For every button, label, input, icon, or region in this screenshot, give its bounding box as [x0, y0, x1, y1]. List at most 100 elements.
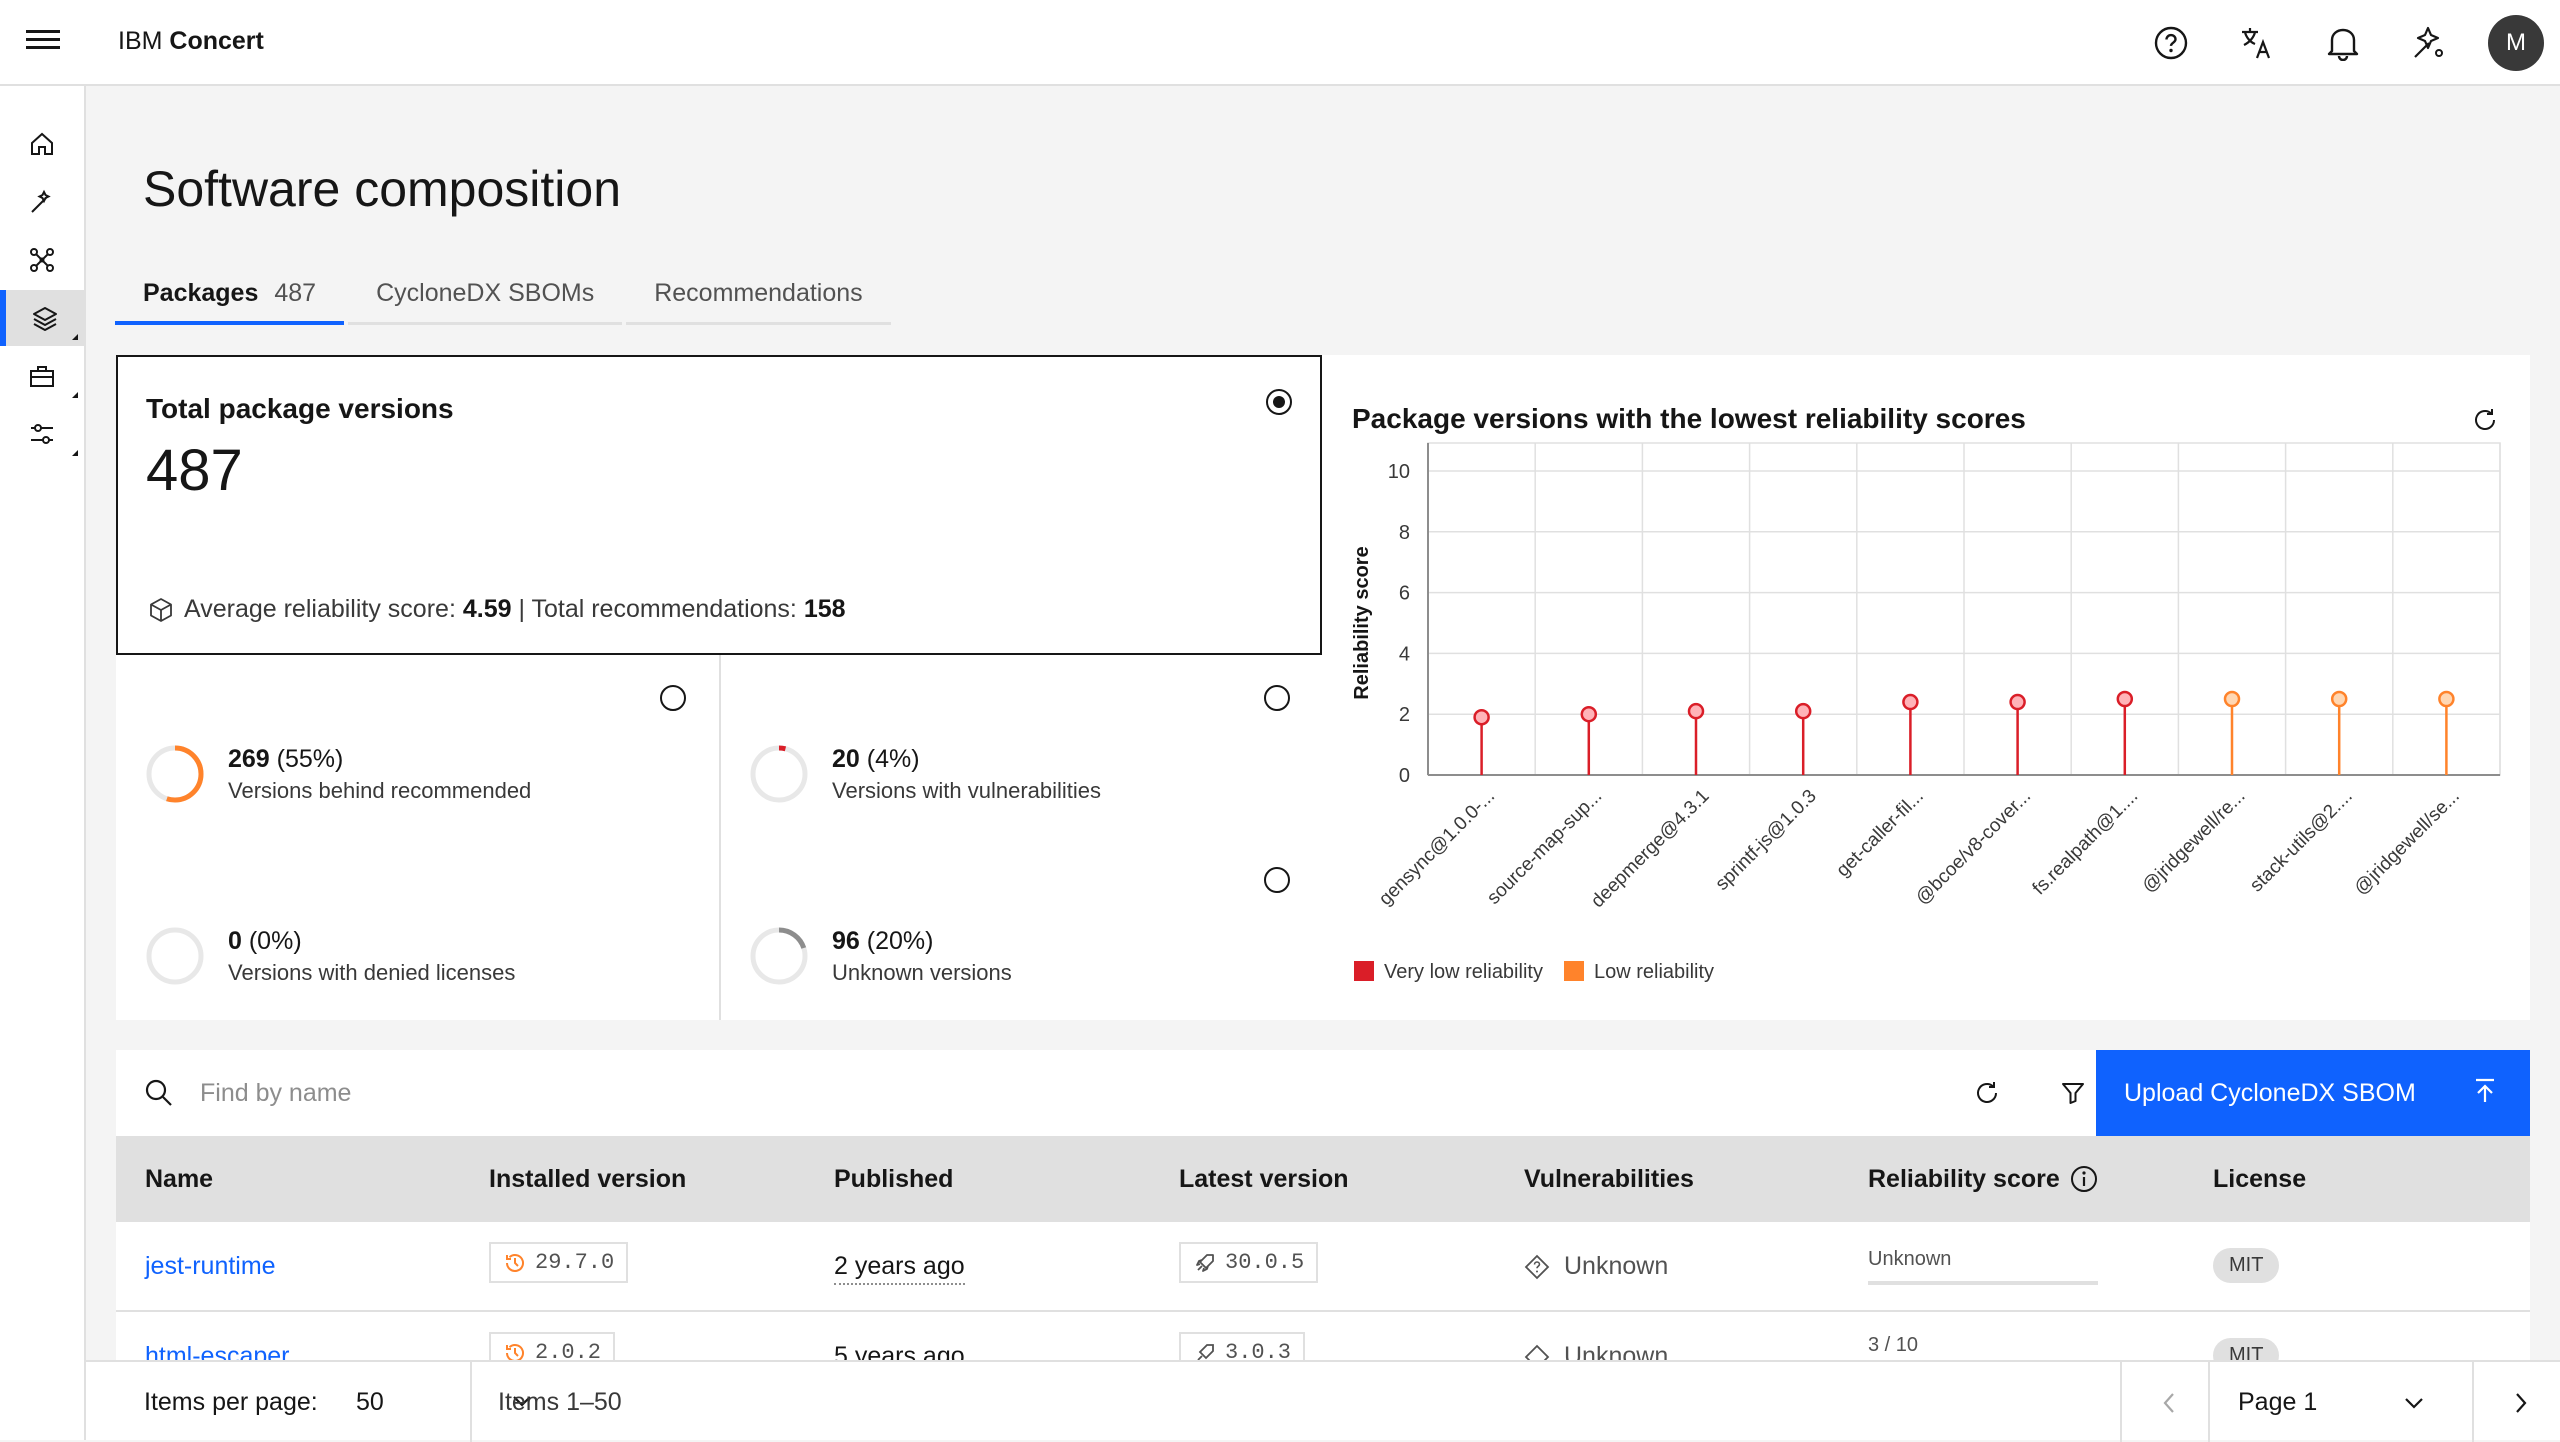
table-refresh-icon[interactable] [1966, 1072, 2008, 1114]
notification-icon[interactable] [2322, 22, 2364, 64]
info-icon[interactable] [2070, 1165, 2098, 1193]
y-tick-label: 2 [1399, 704, 1410, 726]
progress-ring-icon [750, 927, 808, 985]
brand-name[interactable]: IBM Concert [118, 27, 264, 56]
nav-briefcase-icon[interactable] [0, 348, 84, 404]
nav-home-icon[interactable] [0, 116, 84, 172]
col-latest-version[interactable]: Latest version [1179, 1136, 1349, 1222]
x-tick-label: deepmerge@4.3.1 [1587, 786, 1713, 912]
expand-caret-icon [72, 334, 78, 340]
col-license[interactable]: License [2213, 1136, 2306, 1222]
lollipop-point[interactable] [1473, 708, 1490, 726]
col-vulnerabilities[interactable]: Vulnerabilities [1524, 1136, 1694, 1222]
tab-count: 487 [274, 278, 317, 307]
brand-prefix: IBM [118, 27, 163, 55]
total-package-versions-card[interactable]: Total package versions 487 Average relia… [116, 355, 1322, 655]
tab-label: Recommendations [654, 279, 863, 307]
reliability-score-cell: Unknown [1868, 1248, 2098, 1285]
total-radio[interactable] [1266, 389, 1292, 415]
translate-icon[interactable] [2236, 22, 2278, 64]
lollipop-point[interactable] [2330, 690, 2348, 708]
search-input[interactable] [200, 1050, 1200, 1136]
col-installed-version[interactable]: Installed version [489, 1136, 686, 1222]
installed-version-tag: 29.7.0 [489, 1242, 629, 1283]
lollipop-point[interactable] [2009, 693, 2026, 711]
nav-settings-adjust-icon[interactable] [0, 406, 84, 462]
lollipop-point[interactable] [1687, 702, 1705, 720]
stat-pct: (20%) [866, 926, 934, 955]
previous-page-icon[interactable] [2148, 1382, 2190, 1424]
lollipop-point[interactable] [1902, 693, 1919, 711]
y-tick-label: 8 [1399, 522, 1410, 544]
tab-list: Packages 487 CycloneDX SBOMs Recommendat… [115, 265, 895, 325]
package-name-link[interactable]: jest-runtime [145, 1252, 276, 1281]
y-tick-label: 4 [1399, 643, 1410, 665]
tab-packages[interactable]: Packages 487 [115, 265, 345, 325]
lollipop-point[interactable] [1794, 702, 1812, 720]
page-select[interactable]: Page 1 [2238, 1388, 2317, 1417]
stats-divider [719, 655, 721, 1020]
nav-network-icon[interactable] [0, 232, 84, 288]
x-tick-label: @jridgewell/re... [2138, 786, 2249, 897]
brand-product: Concert [169, 27, 264, 55]
stat-denied-licenses[interactable]: 0 (0%) Versions with denied licenses [144, 925, 515, 987]
user-avatar[interactable]: M [2488, 15, 2544, 71]
next-page-icon[interactable] [2500, 1382, 2542, 1424]
menu-icon[interactable] [26, 30, 60, 56]
progress-ring-icon [146, 745, 204, 803]
stat-label: Versions behind recommended [228, 777, 532, 803]
stat-count: 0 [228, 926, 242, 955]
items-per-page-label: Items per page: [144, 1388, 318, 1416]
x-tick-label: fs.realpath@1.... [2029, 786, 2143, 900]
col-reliability-score[interactable]: Reliability score [1868, 1136, 2098, 1222]
items-per-page-value: 50 [356, 1388, 384, 1416]
pagination-divider [2120, 1362, 2122, 1442]
pagination-divider [470, 1362, 472, 1442]
chevron-down-icon[interactable] [2404, 1396, 2424, 1410]
nav-wand-icon[interactable] [0, 174, 84, 230]
help-icon[interactable] [2150, 22, 2192, 64]
stat-unknown-versions[interactable]: 96 (20%) Unknown versions [748, 925, 1012, 987]
col-name[interactable]: Name [145, 1136, 213, 1222]
tab-recommendations[interactable]: Recommendations [626, 265, 891, 325]
col-published[interactable]: Published [834, 1136, 953, 1222]
stats-grid: 269 (55%) Versions behind recommended 20… [116, 655, 1322, 1020]
reliability-bar [1868, 1281, 2098, 1285]
nav-layers-icon[interactable] [0, 290, 84, 346]
stat-radio-unknown[interactable] [1264, 867, 1290, 893]
reliability-lollipop-chart: 0 2 4 6 8 10 Reliability score gensync@1.0.0-..… [1351, 442, 2501, 983]
filter-icon[interactable] [2052, 1072, 2094, 1114]
page-title: Software composition [143, 161, 622, 217]
history-icon [506, 1253, 524, 1272]
stat-vulnerabilities[interactable]: 20 (4%) Versions with vulnerabilities [748, 743, 1101, 805]
unknown-diamond-icon [1524, 1254, 1550, 1279]
tab-label: Packages [143, 278, 259, 307]
published-text: 2 years ago [834, 1252, 965, 1285]
lollipop-point[interactable] [2438, 690, 2455, 708]
published-date: 2 years ago [834, 1252, 965, 1285]
y-tick-label: 10 [1388, 461, 1410, 483]
installed-version: 29.7.0 [535, 1250, 615, 1275]
stat-label: Unknown versions [832, 959, 1012, 985]
assistant-icon[interactable] [2408, 22, 2450, 64]
lollipop-point[interactable] [1580, 705, 1598, 723]
meta-separator: | [518, 595, 525, 623]
upload-icon [2476, 1078, 2494, 1102]
total-label: Total package versions [146, 393, 454, 424]
stat-label: Versions with vulnerabilities [832, 777, 1102, 803]
stat-radio-vulnerabilities[interactable] [1264, 685, 1290, 711]
upload-button-label: Upload CycloneDX SBOM [2124, 1078, 2416, 1107]
table-row[interactable]: jest-runtime 29.7.0 2 years ago 30.0.5 U… [116, 1222, 2530, 1312]
tab-cyclonedx-sboms[interactable]: CycloneDX SBOMs [348, 265, 623, 325]
stat-radio-behind[interactable] [660, 685, 686, 711]
lollipop-point[interactable] [2223, 690, 2241, 708]
lollipop-point[interactable] [2116, 690, 2134, 708]
license-cell: MIT [2213, 1248, 2280, 1283]
stat-behind-recommended[interactable]: 269 (55%) Versions behind recommended [144, 743, 531, 805]
total-meta: Average reliability score: 4.59 | Total … [148, 595, 846, 624]
avg-score-value: 4.59 [462, 595, 512, 623]
stat-pct: (55%) [276, 744, 344, 773]
upload-cyclonedx-sbom-button[interactable]: Upload CycloneDX SBOM [2096, 1050, 2530, 1136]
total-value: 487 [146, 438, 243, 503]
package-icon [150, 597, 172, 622]
